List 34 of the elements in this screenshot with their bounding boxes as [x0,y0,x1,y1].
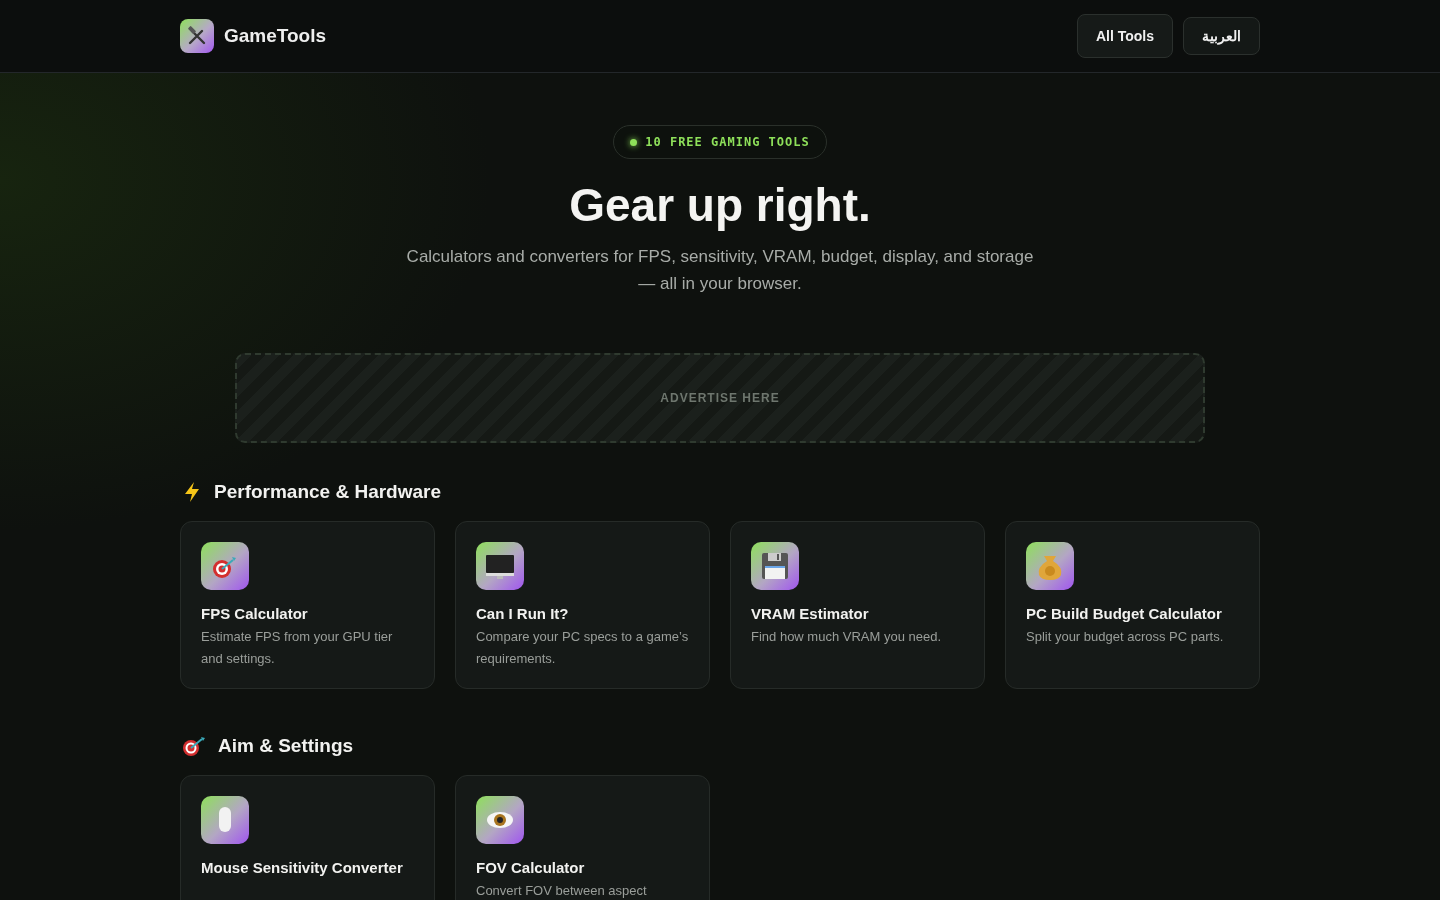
mouse-icon [201,796,249,844]
tool-name: Can I Run It? [476,604,570,624]
section-title: Aim & Settings [218,735,354,757]
target-icon [182,735,206,757]
target-icon [201,542,249,590]
tool-card[interactable]: PC Build Budget Calculator Split your budget across PC parts. [1005,521,1260,689]
nav-button[interactable]: All Tools [1076,14,1173,58]
tool-description: Compare your PC specs to a game’s requirements. [476,628,689,668]
tool-description: Convert FOV between aspect [476,882,648,900]
tool-card[interactable]: VRAM Estimator Find how much VRAM you need. [730,521,985,689]
tool-card[interactable]: Mouse Sensitivity Converter [180,775,435,900]
language-button[interactable]: العربية [1183,17,1260,55]
lightning-icon [182,481,202,503]
hero-badge: 10 FREE GAMING TOOLS [613,125,827,159]
ad-banner[interactable]: ADVERTISE HERE [235,353,1205,443]
tool-name: FPS Calculator [201,604,309,624]
money-bag-icon [1026,542,1074,590]
eye-icon [476,796,524,844]
hero-title: Gear up right. [569,178,871,233]
tool-name: FOV Calculator [476,858,586,878]
tool-name: VRAM Estimator [751,604,870,624]
tool-description: Find how much VRAM you need. [751,628,943,646]
monitor-icon [476,542,524,590]
brand-name[interactable]: GameTools [224,25,327,47]
tool-card[interactable]: FPS Calculator Estimate FPS from your GPU tier and settings. [180,521,435,689]
tool-card[interactable]: Can I Run It? Compare your PC specs to a game’s requirements. [455,521,710,689]
tool-description: Split your budget across PC parts. [1026,628,1225,646]
tool-description: Estimate FPS from your GPU tier and settings. [201,628,394,668]
tool-card[interactable]: FOV Calculator Convert FOV between aspect [455,775,710,900]
section-title: Performance & Hardware [214,481,442,503]
tool-name: Mouse Sensitivity Converter [201,858,404,878]
tool-name: PC Build Budget Calculator [1026,604,1223,624]
logo-icon[interactable] [180,19,214,53]
hero-subtitle: Calculators and converters for FPS, sensitivity, VRAM, budget, display, and storage — all in your browser. [405,246,1035,295]
